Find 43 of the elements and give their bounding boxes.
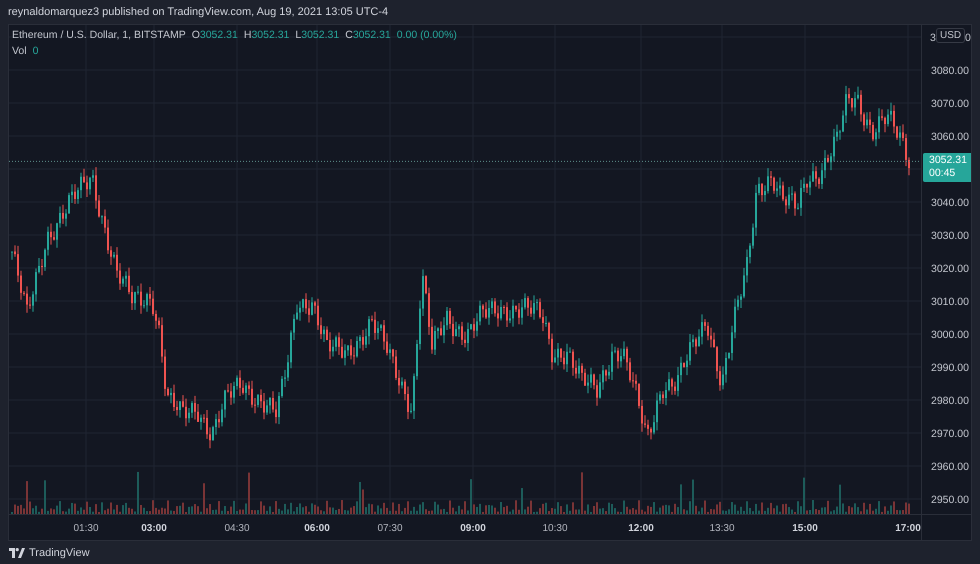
- time-label: 09:00: [460, 523, 486, 534]
- ohlc-value: 3052.31: [301, 29, 340, 41]
- brand-name: TradingView: [29, 547, 90, 559]
- price-label: 2990.00: [931, 362, 969, 374]
- price-label: 3020.00: [931, 263, 969, 275]
- price-label: 3040.00: [931, 197, 969, 209]
- change-value: 0.00 (0.00%): [396, 29, 457, 41]
- price-label: 3060.00: [931, 131, 969, 143]
- time-label: 01:30: [73, 523, 99, 534]
- time-label: 12:00: [628, 523, 654, 534]
- time-label: 13:30: [709, 523, 735, 534]
- time-label: 04:30: [224, 523, 250, 534]
- price-label: 3080.00: [931, 65, 969, 77]
- ohlc-label: L: [295, 29, 302, 41]
- symbol-title[interactable]: Ethereum / U.S. Dollar, 1, BITSTAMP: [12, 29, 186, 41]
- volume-label: Vol: [12, 45, 27, 57]
- price-label: 2980.00: [931, 395, 969, 407]
- ohlc-label: C: [345, 29, 353, 41]
- price-label: 2950.00: [931, 494, 969, 506]
- ohlc-value: 3052.31: [251, 29, 290, 41]
- price-label: 2970.00: [931, 428, 969, 440]
- time-label: 07:30: [377, 523, 403, 534]
- time-label: 17:00: [895, 523, 921, 534]
- price-label: 2960.00: [931, 461, 969, 473]
- ohlc-label: H: [244, 29, 252, 41]
- ohlc-value: 3052.31: [200, 29, 238, 41]
- volume-value: 0: [32, 45, 38, 57]
- ohlc-label: O: [192, 29, 200, 41]
- price-label: 0: [965, 32, 971, 44]
- countdown-text: 00:45: [929, 167, 956, 180]
- price-label: 3070.00: [931, 98, 969, 110]
- time-label: 03:00: [141, 523, 167, 534]
- price-label: 3: [930, 32, 936, 44]
- time-label: 06:00: [304, 523, 330, 534]
- publish-info-text: reynaldomarquez3 published on TradingView.com, Aug 19, 2021 13:05 UTC-4: [8, 6, 388, 18]
- time-label: 10:30: [542, 523, 568, 534]
- price-label: 3000.00: [931, 329, 969, 341]
- ohlc-value: 3052.31: [352, 29, 391, 41]
- currency-button[interactable]: USD: [936, 28, 966, 43]
- last-price-value: 3052.31: [929, 154, 968, 168]
- price-label: 3030.00: [931, 230, 969, 242]
- time-label: 15:00: [792, 523, 818, 534]
- price-label: 3010.00: [931, 296, 969, 308]
